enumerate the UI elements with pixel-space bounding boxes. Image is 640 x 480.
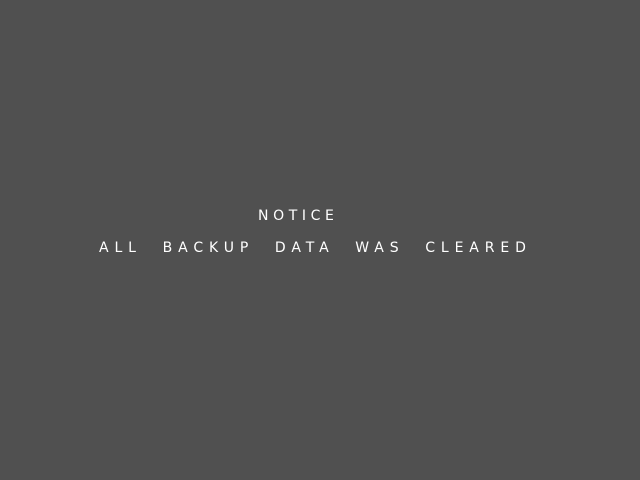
notice-title: NOTICE <box>258 208 339 224</box>
notice-screen: NOTICE ALL BACKUP DATA WAS CLEARED <box>0 0 640 480</box>
notice-message: ALL BACKUP DATA WAS CLEARED <box>99 240 532 256</box>
